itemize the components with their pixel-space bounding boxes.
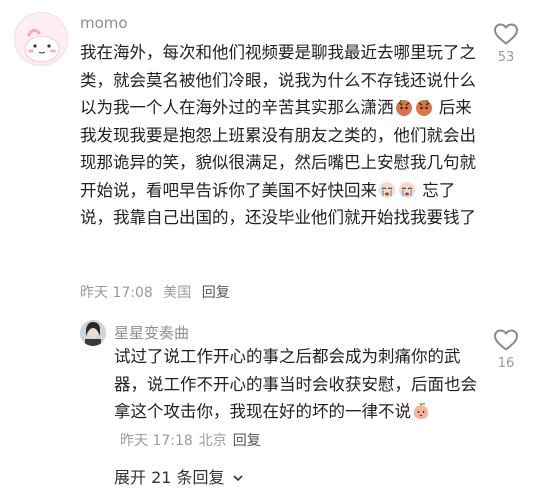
reply-like-count: 16 (497, 356, 515, 371)
comment-location: 美国 (163, 285, 192, 301)
reply-avatar[interactable] (80, 320, 106, 346)
reply-button[interactable]: 回复 (202, 285, 230, 301)
reply-meta: 昨天 17:18 北京 回复 (120, 433, 267, 449)
comment-text: 我在海外，每次和他们视频要是聊我最近去哪里玩了之类，就会莫名被他们冷眼，说我为什… (80, 39, 482, 232)
reply-username[interactable]: 星星变奏曲 (114, 322, 189, 343)
comment-username[interactable]: momo (80, 14, 128, 32)
angry-sticker-icon (395, 100, 412, 116)
like-count: 53 (497, 50, 515, 65)
comment-time: 昨天 17:08 (80, 285, 153, 301)
crying-sticker-icon (379, 181, 395, 198)
expand-replies-label: 展开 21 条回复 (114, 468, 225, 487)
avatar-cartoon-icon (15, 13, 67, 65)
reply-text: 试过了说工作开心的事之后都会成为刺痛你的武器，说工作不开心的事当时会收获安慰，后… (114, 343, 482, 455)
angry-sticker-icon (415, 100, 432, 116)
crying-sticker-icon (399, 181, 415, 198)
avatar[interactable] (14, 12, 68, 66)
peach-sticker-icon (414, 402, 428, 419)
chevron-down-icon (233, 475, 243, 482)
heart-icon[interactable] (493, 22, 519, 46)
reply-like-button[interactable]: 16 (486, 328, 526, 371)
expand-replies-button[interactable]: 展开 21 条回复 (114, 464, 244, 488)
like-button[interactable]: 53 (486, 22, 526, 65)
reply-location: 北京 (198, 432, 227, 449)
reply-time: 昨天 17:18 (120, 432, 193, 449)
comment-meta: 昨天 17:08 美国 回复 (80, 282, 236, 302)
reply-button[interactable]: 回复 (233, 433, 261, 449)
avatar-portrait-icon (80, 320, 106, 346)
heart-icon[interactable] (493, 328, 519, 352)
